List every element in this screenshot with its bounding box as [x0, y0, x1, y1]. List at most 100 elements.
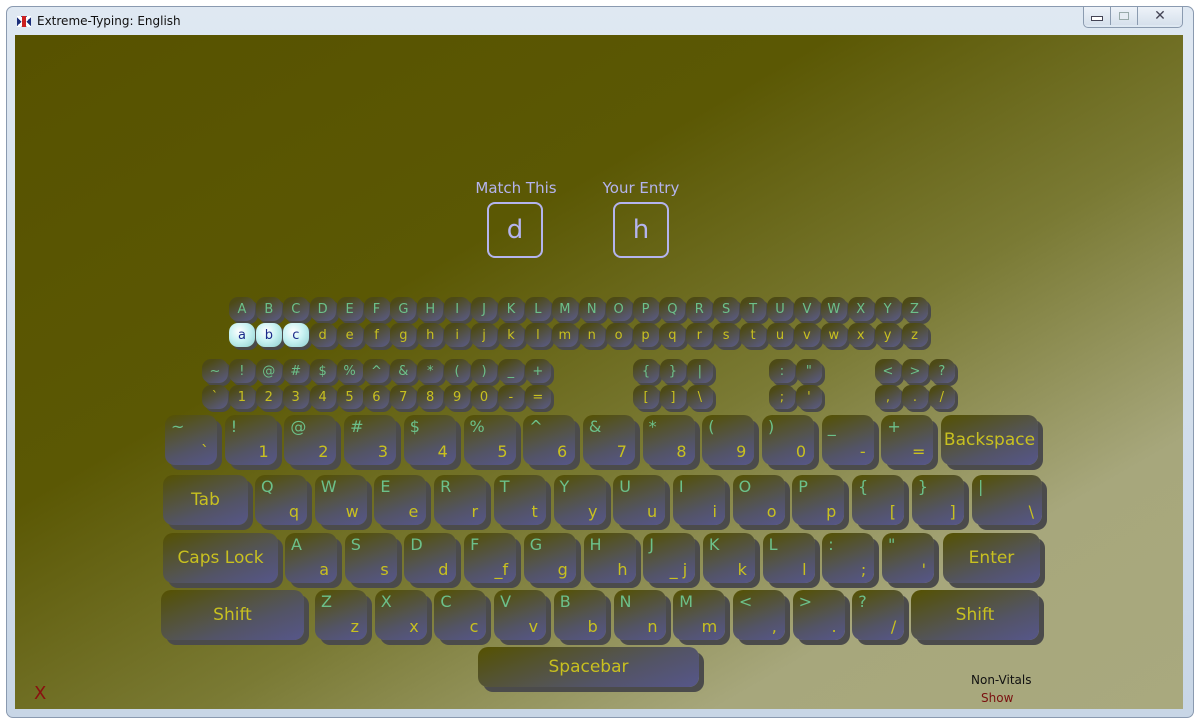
key-g[interactable]: Gg	[523, 533, 576, 583]
key-shift-label: L	[768, 535, 778, 554]
key-=[interactable]: + =	[881, 415, 934, 465]
key-label: '	[921, 560, 926, 579]
key-shift-left[interactable]: Shift	[161, 590, 304, 640]
progress-key-upper: U	[767, 297, 793, 321]
key-`[interactable]: ~ `	[165, 415, 217, 465]
progress-bracket-upper: |	[686, 359, 713, 383]
progress-key-upper: N	[578, 297, 605, 321]
progress-symbol-upper: +	[524, 359, 551, 383]
key-h[interactable]: Hh	[583, 533, 636, 583]
progress-key-upper: F	[363, 297, 390, 321]
progress-symbol-upper: *	[417, 359, 444, 383]
key-i[interactable]: Ii	[672, 475, 725, 525]
key-shift-right[interactable]: Shift	[911, 590, 1039, 640]
key-x[interactable]: Xx	[374, 590, 427, 640]
key-,[interactable]: <,	[732, 590, 785, 640]
exit-button[interactable]: X	[34, 683, 46, 704]
key-a[interactable]: Aa	[285, 533, 337, 583]
progress-angle-lower: ,	[875, 385, 901, 409]
key-l[interactable]: Ll	[762, 533, 815, 583]
key-label: ]	[949, 502, 956, 521]
progress-key-upper: S	[713, 297, 740, 321]
key-z[interactable]: Zz	[315, 590, 367, 640]
key-u[interactable]: Uu	[613, 475, 666, 525]
key-6[interactable]: ^ 6	[523, 415, 576, 465]
key-shift-label: *	[648, 417, 657, 436]
key-c[interactable]: Cc	[434, 590, 487, 640]
progress-symbol-lower: =	[524, 385, 551, 409]
key-e[interactable]: Ee	[374, 475, 427, 525]
key-.[interactable]: >.	[792, 590, 845, 640]
key-b[interactable]: Bb	[553, 590, 606, 640]
key-label: _ j	[669, 560, 688, 579]
key-r[interactable]: Rr	[434, 475, 487, 525]
key-caps-lock[interactable]: Caps Lock	[163, 533, 278, 583]
key-shift-label: X	[380, 592, 392, 611]
key-tab[interactable]: Tab	[163, 475, 248, 525]
key-label: Shift	[955, 605, 995, 625]
key-backslash[interactable]: | \	[972, 475, 1042, 525]
key-8[interactable]: * 8	[642, 415, 695, 465]
progress-symbol-upper: $	[309, 359, 336, 383]
key--[interactable]: _ -	[821, 415, 874, 465]
key-o[interactable]: Oo	[732, 475, 785, 525]
key-s[interactable]: Ss	[344, 533, 397, 583]
progress-key-lower: j	[471, 323, 498, 347]
progress-bracket-upper: }	[659, 359, 686, 383]
progress-symbol-lower: 3	[282, 385, 309, 409]
key-/[interactable]: ? /	[852, 590, 905, 640]
show-link[interactable]: Show	[981, 691, 1013, 705]
maximize-button[interactable]	[1111, 7, 1138, 25]
key-shift-label: B	[559, 592, 571, 611]
key-v[interactable]: Vv	[494, 590, 547, 640]
key-t[interactable]: Tt	[493, 475, 546, 525]
key-q[interactable]: Qq	[255, 475, 307, 525]
key-k[interactable]: Kk	[702, 533, 755, 583]
key-5[interactable]: % 5	[463, 415, 516, 465]
key-m[interactable]: Mm	[673, 590, 726, 640]
key-shift-label: S	[350, 535, 361, 554]
progress-key-upper: E	[336, 297, 363, 321]
key-label: 5	[497, 442, 508, 461]
key-backspace[interactable]: Backspace	[941, 415, 1038, 465]
key-spacebar[interactable]: Spacebar	[478, 647, 699, 687]
key-'[interactable]: " '	[882, 533, 934, 583]
key-;[interactable]: :;	[822, 533, 875, 583]
close-button[interactable]: ✕	[1138, 7, 1182, 25]
progress-symbol-lower: -	[497, 385, 524, 409]
minimize-button[interactable]	[1084, 7, 1111, 25]
key-n[interactable]: Nn	[613, 590, 666, 640]
typing-area: Match This d Your Entry h ABCDEFGHIJKLMN…	[15, 35, 1183, 709]
progress-key-upper: L	[524, 297, 551, 321]
progress-key-upper: X	[847, 297, 874, 321]
key-1[interactable]: ! 1	[224, 415, 277, 465]
key-4[interactable]: $4	[403, 415, 456, 465]
progress-key-upper: R	[686, 297, 713, 321]
key-0[interactable]: ) 0	[762, 415, 814, 465]
key-d[interactable]: Dd	[404, 533, 457, 583]
key-y[interactable]: Yy	[553, 475, 606, 525]
non-vitals-label: Non-Vitals	[971, 673, 1032, 687]
key-j[interactable]: J _ j	[643, 533, 696, 583]
key-2[interactable]: @2	[284, 415, 337, 465]
progress-angle-lower: .	[901, 385, 928, 409]
key-9[interactable]: (9	[702, 415, 755, 465]
key-3[interactable]: #3	[344, 415, 397, 465]
key-7[interactable]: & 7	[582, 415, 635, 465]
progress-colon-upper: "	[795, 359, 822, 383]
key-[[interactable]: {[	[852, 475, 904, 525]
key-shift-label: R	[440, 477, 452, 496]
key-shift-label: N	[619, 592, 632, 611]
key-label: o	[766, 502, 777, 521]
key-w[interactable]: Ww	[314, 475, 367, 525]
key-][interactable]: }]	[911, 475, 964, 525]
progress-key-lower: l	[524, 323, 551, 347]
progress-key-lower: p	[632, 323, 659, 347]
close-icon: ✕	[1154, 8, 1166, 24]
maximize-icon	[1119, 12, 1129, 20]
key-label: 6	[557, 442, 568, 461]
progress-symbol-upper: ~	[202, 359, 228, 383]
key-p[interactable]: Pp	[792, 475, 845, 525]
key-enter[interactable]: Enter	[943, 533, 1040, 583]
key-f[interactable]: F _f	[464, 533, 517, 583]
